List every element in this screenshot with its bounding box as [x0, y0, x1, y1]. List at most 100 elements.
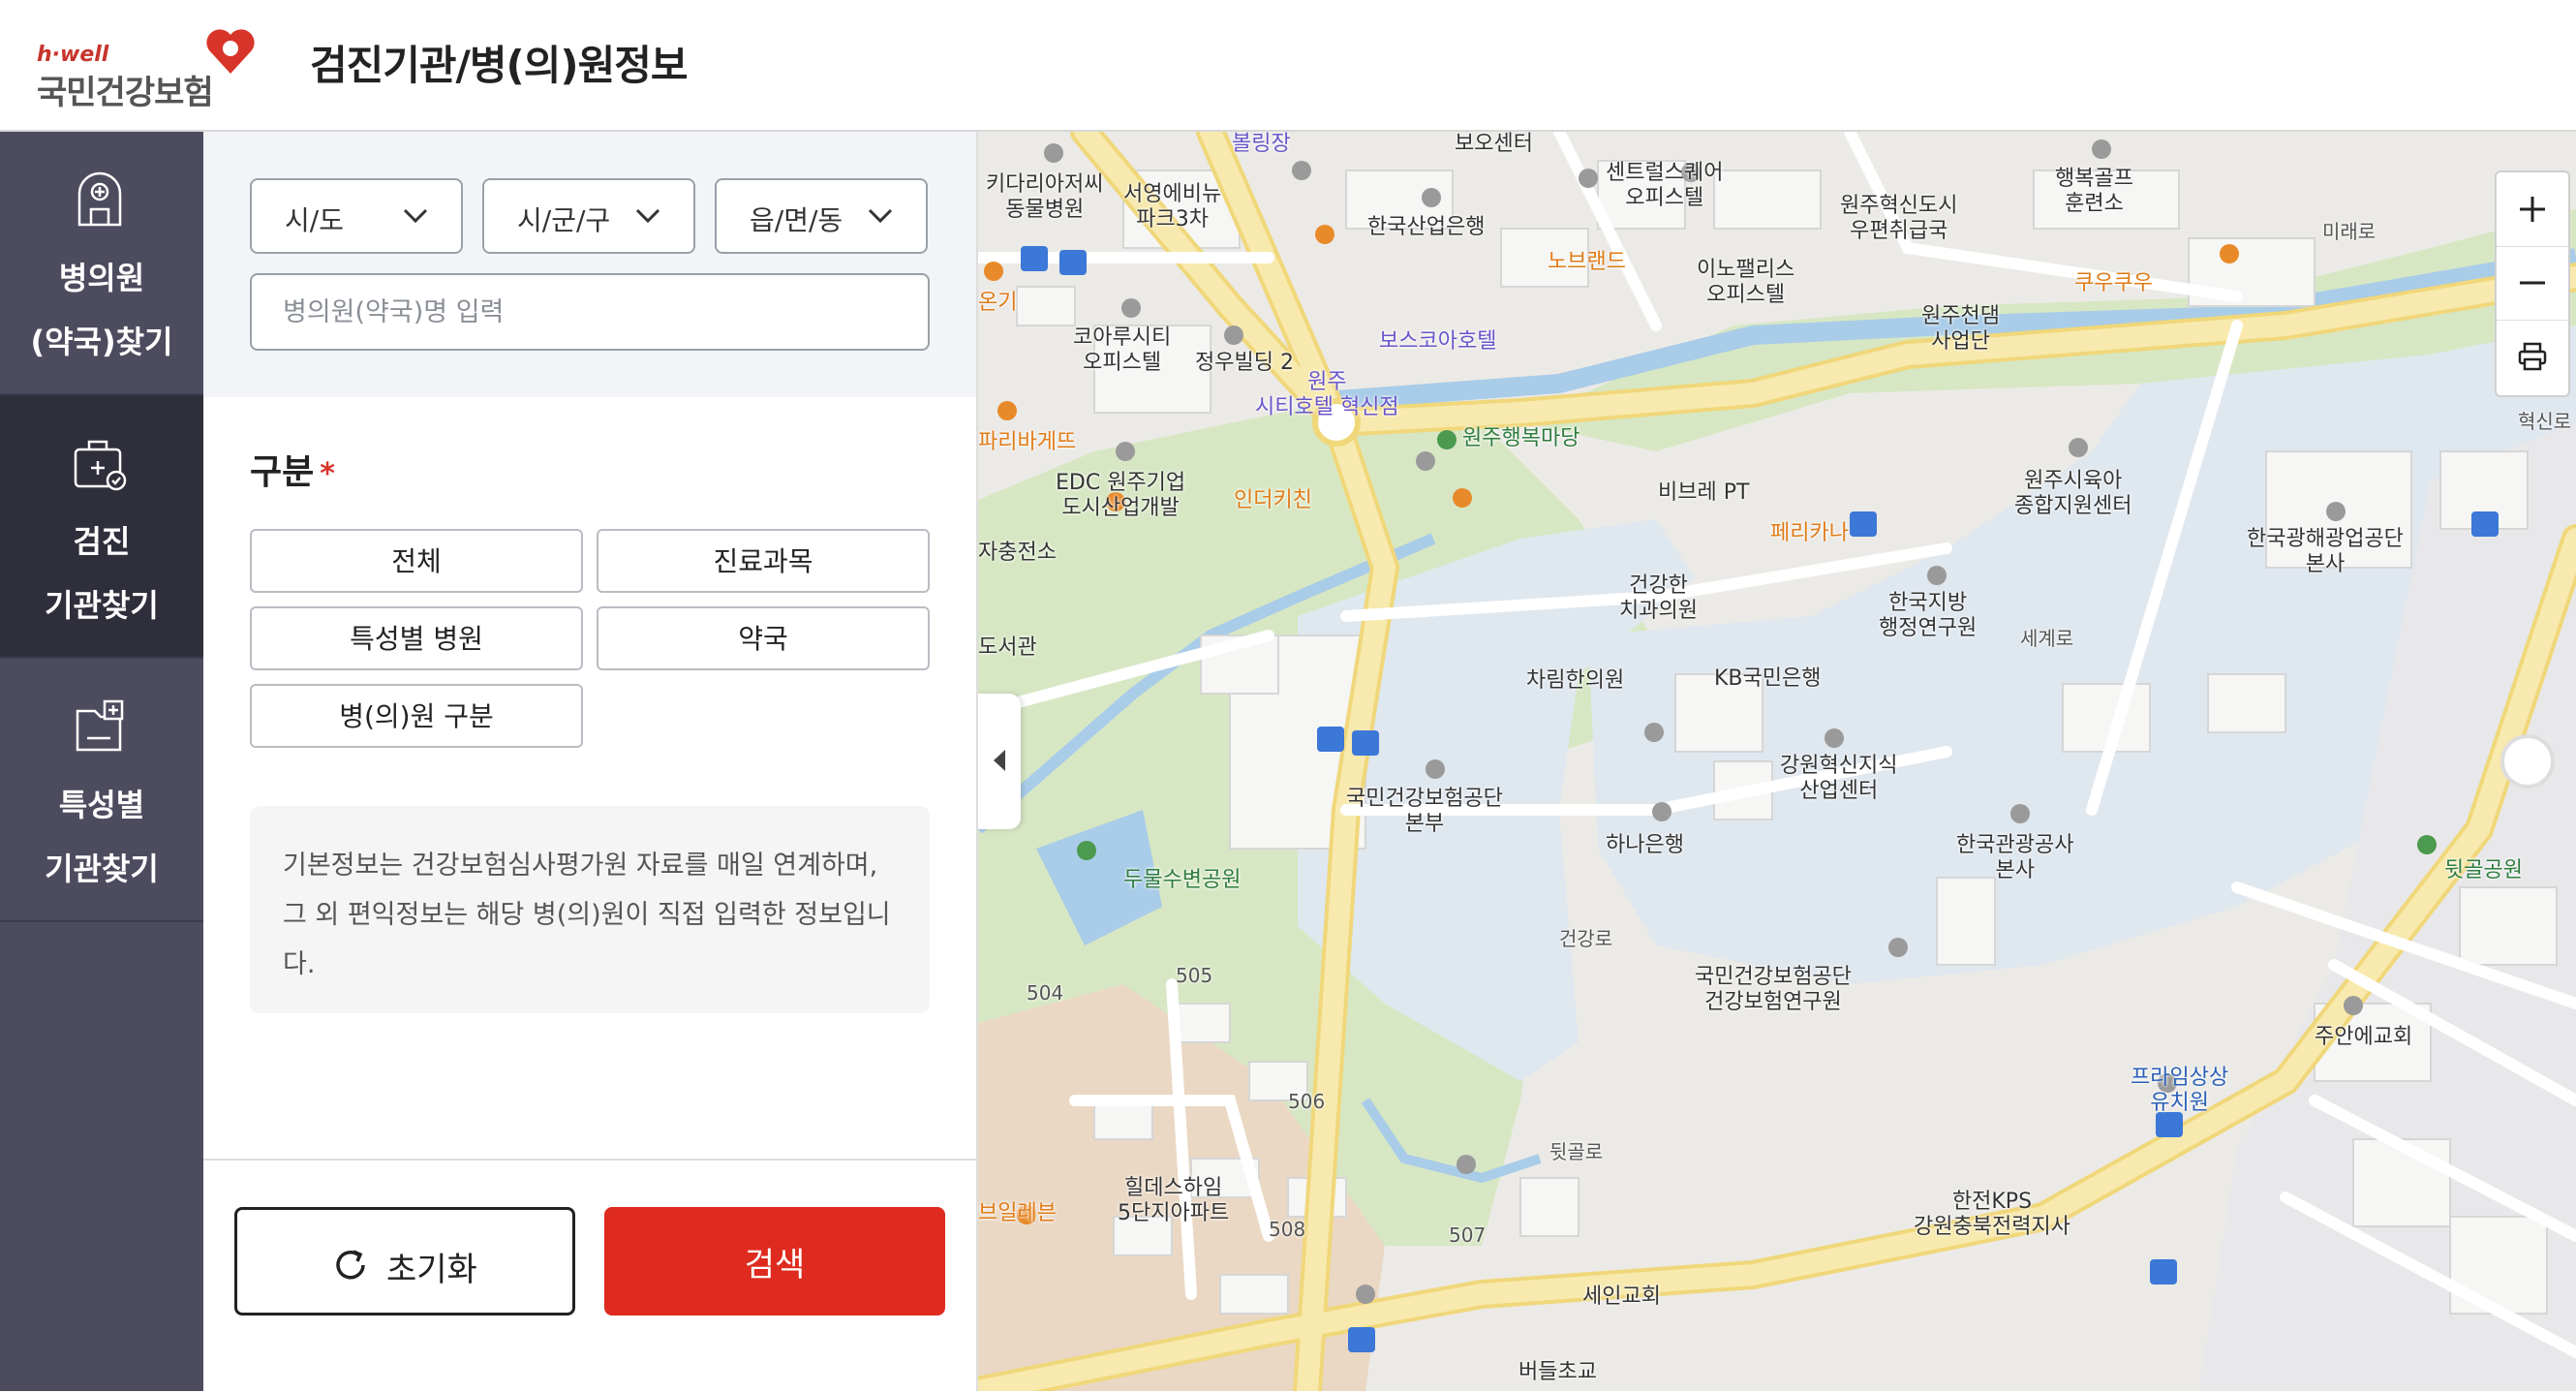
map-label[interactable]: 차림한의원	[1526, 668, 1624, 694]
map-label[interactable]: 강원혁신지식 산업센터	[1780, 754, 1897, 804]
sigungu-select[interactable]: 시/군/구	[482, 178, 695, 254]
nhis-logo[interactable]: h·well 국민건강보험	[37, 25, 269, 112]
map-label[interactable]: 노브랜드	[1548, 250, 1626, 275]
map-label[interactable]: KB국민은행	[1714, 666, 1821, 692]
health-check-icon	[74, 440, 127, 491]
map-label[interactable]: 미래로	[2322, 219, 2376, 244]
map-label[interactable]: 세계로	[2020, 626, 2073, 651]
category-all-button[interactable]: 전체	[250, 529, 583, 593]
map-label[interactable]: 국민건강보험공단 본부	[1346, 787, 1503, 837]
map-label[interactable]: 건강한 치과의원	[1619, 573, 1698, 624]
zoom-out-button[interactable]	[2497, 246, 2568, 321]
map-label[interactable]: 한국산업은행	[1367, 215, 1485, 240]
eupmyeon-select-value: 읍/면/동	[750, 204, 843, 236]
map-label[interactable]: 서영에비뉴 파크3차	[1123, 182, 1221, 232]
panel-footer: 초기화 검색	[203, 1159, 976, 1393]
reset-button[interactable]: 초기화	[234, 1207, 575, 1316]
map-label[interactable]: 원주혁신도시 우편취급국	[1840, 194, 1957, 244]
page-title: 검진기관/병(의)원정보	[310, 42, 688, 89]
map-label[interactable]: 한국관광공사 본사	[1956, 833, 2073, 883]
sigungu-select-value: 시/군/구	[517, 204, 611, 236]
map-label[interactable]: 파리바게뜨	[978, 430, 1076, 455]
side-nav: 병의원 (약국)찾기 검진 기관찾기 특성별 기관찾기	[0, 132, 203, 1391]
map-label[interactable]: 원주천댐 사업단	[1921, 304, 2000, 355]
eupmyeon-select[interactable]: 읍/면/동	[715, 178, 928, 254]
medical-folder-icon	[76, 699, 124, 752]
map-label[interactable]: 비브레 PT	[1658, 480, 1749, 506]
category-department-button[interactable]: 진료과목	[597, 529, 930, 593]
print-icon	[2518, 342, 2547, 371]
search-panel: 시/도 시/군/구 읍/면/동 구분* 전체 진료과목 특성별 병원 약국 병(…	[203, 132, 978, 1393]
category-special-hospital-button[interactable]: 특성별 병원	[250, 606, 583, 670]
chevron-down-icon	[635, 208, 660, 224]
map-label[interactable]: 한국지방 행정연구원	[1879, 591, 1977, 641]
required-mark: *	[320, 457, 335, 491]
map-label[interactable]: 원주 시티호텔 혁신점	[1255, 370, 1399, 420]
refresh-icon	[336, 1250, 365, 1280]
map-label[interactable]: 이노팰리스 오피스텔	[1697, 258, 1794, 308]
map-label[interactable]: 자충전소	[978, 541, 1057, 566]
map-label[interactable]: 두물수변공원	[1123, 868, 1241, 893]
map-label[interactable]: 원주시육아 종합지원센터	[2014, 469, 2131, 519]
map-label[interactable]: 혁신로	[2518, 409, 2571, 434]
map-label[interactable]: 건강로	[1559, 926, 1612, 951]
map-label[interactable]: 보오센터	[1455, 132, 1533, 157]
logo-hwell-text: h·well	[37, 43, 109, 67]
category-pharmacy-button[interactable]: 약국	[597, 606, 930, 670]
category-hospital-type-button[interactable]: 병(의)원 구분	[250, 684, 583, 748]
map-label[interactable]: 세인교회	[1582, 1285, 1661, 1310]
map-label[interactable]: 볼링장	[1232, 132, 1291, 157]
map-label[interactable]: 코아루시티 오피스텔	[1073, 325, 1171, 376]
hospital-name-input[interactable]	[250, 273, 930, 351]
map-label[interactable]: 하나은행	[1606, 833, 1684, 858]
map-label[interactable]: 센트럴스퀘어 오피스텔	[1606, 161, 1723, 211]
map-label[interactable]: 504	[1027, 980, 1063, 1006]
map-label[interactable]: 507	[1449, 1223, 1486, 1248]
map-label[interactable]: 뒷골로	[1549, 1139, 1603, 1164]
category-title-text: 구분	[250, 452, 315, 492]
map-label[interactable]: 온기	[978, 291, 1017, 316]
map-label[interactable]: 프라임상상 유치원	[2131, 1066, 2228, 1116]
map-label[interactable]: 버들초교	[1518, 1360, 1597, 1385]
map-label[interactable]: 506	[1288, 1089, 1325, 1114]
reset-button-label: 초기화	[386, 1251, 477, 1289]
nav-item-health-check[interactable]: 검진 기관찾기	[0, 395, 203, 659]
map-label[interactable]: 국민건강보험공단 건강보험연구원	[1695, 965, 1852, 1015]
map-label[interactable]: 인더키친	[1234, 488, 1312, 513]
nav-item-hospital[interactable]: 병의원 (약국)찾기	[0, 132, 203, 395]
chevron-left-icon	[994, 750, 1005, 771]
map-label[interactable]: 행복골프 훈련소	[2055, 167, 2133, 217]
map-label[interactable]: 쿠우쿠우	[2074, 271, 2153, 296]
map-label[interactable]: 도서관	[978, 635, 1037, 661]
collapse-panel-tab[interactable]	[978, 694, 1021, 829]
header: h·well 국민건강보험 검진기관/병(의)원정보	[0, 0, 2576, 132]
map-label[interactable]: 페리카나	[1770, 521, 1849, 546]
nav-item-label: 검진 기관찾기	[45, 523, 159, 624]
sido-select[interactable]: 시/도	[250, 178, 463, 254]
map-label[interactable]: 505	[1176, 963, 1212, 988]
map-label[interactable]: 주안에교회	[2315, 1025, 2412, 1050]
zoom-in-button[interactable]	[2497, 172, 2568, 247]
nav-item-special[interactable]: 특성별 기관찾기	[0, 659, 203, 922]
map-label[interactable]: 한국광해광업공단 본사	[2247, 527, 2404, 577]
map-view[interactable]: 볼링장 보오센터 키다리아저씨 동물병원 서영에비뉴 파크3차 한국산업은행 센…	[978, 132, 2576, 1391]
hospital-icon	[77, 171, 122, 227]
info-notice: 기본정보는 건강보험심사평가원 자료를 매일 연계하며, 그 외 편익정보는 해…	[250, 806, 930, 1013]
map-label[interactable]: 브일레븐	[978, 1201, 1057, 1226]
map-label[interactable]: 원주행복마당	[1462, 426, 1579, 451]
sido-select-value: 시/도	[285, 204, 344, 236]
search-button[interactable]: 검색	[604, 1207, 945, 1316]
map-label[interactable]: EDC 원주기업 도시산업개발	[1056, 471, 1185, 521]
logo-main-text: 국민건강보험	[37, 74, 214, 112]
map-label[interactable]: 508	[1269, 1217, 1305, 1242]
chevron-down-icon	[868, 208, 893, 224]
chevron-down-icon	[403, 208, 428, 224]
map-label[interactable]: 보스코아호텔	[1379, 329, 1496, 355]
map-label[interactable]: 키다리아저씨 동물병원	[986, 172, 1103, 223]
map-label[interactable]: 힐데스하임 5단지아파트	[1118, 1176, 1229, 1226]
map-label[interactable]: 뒷골공원	[2444, 858, 2523, 883]
print-button[interactable]	[2497, 320, 2568, 393]
region-filter-area: 시/도 시/군/구 읍/면/동	[203, 132, 976, 397]
plus-icon	[2520, 197, 2545, 222]
map-label[interactable]: 한전KPS 강원충북전력지사	[1914, 1190, 2070, 1240]
